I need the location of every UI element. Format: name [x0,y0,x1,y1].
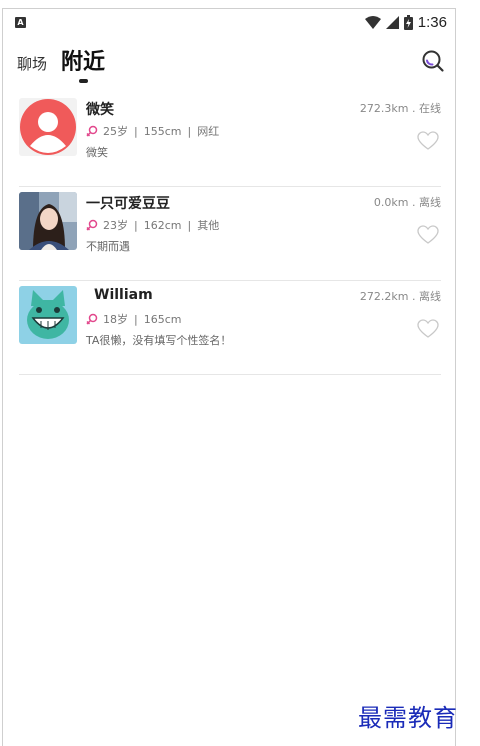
like-button[interactable] [417,225,439,245]
user-signature: TA很懒，没有填写个性签名！ [86,334,232,347]
user-age: 18岁 [103,313,128,326]
user-list-item[interactable]: 微笑 25岁 | 155cm | 网红 微笑 272.3km . 在线 [19,93,441,187]
info-separator: | [187,218,192,232]
user-signature: 微笑 [86,146,108,159]
search-button[interactable] [421,49,445,73]
user-list-item[interactable]: William 18岁 | 165cm TA很懒，没有填写个性签名！ 272.2… [19,281,441,375]
user-name: William [94,287,153,303]
status-bar: A 1:36 [3,9,455,35]
heart-icon [417,131,439,150]
user-signature: 不期而遇 [86,240,130,253]
female-icon [86,125,98,137]
user-list-item[interactable]: 一只可爱豆豆 23岁 | 162cm | 其他 不期而遇 0.0km . 离线 [19,187,441,281]
status-time: 1:36 [417,13,447,31]
user-tag: 其他 [197,219,220,232]
user-height: 155cm [143,124,182,138]
default-avatar-icon [19,98,77,156]
user-info: 23岁 | 162cm | 其他 [86,217,219,233]
search-icon [422,50,444,72]
wifi-icon [364,15,381,29]
nearby-user-list: 微笑 25岁 | 155cm | 网红 微笑 272.3km . 在线 一只可爱… [19,93,441,375]
like-button[interactable] [417,319,439,339]
user-age: 25岁 [103,125,128,138]
like-button[interactable] [417,131,439,151]
female-icon [86,313,98,325]
user-height: 162cm [143,218,182,232]
info-separator: | [134,124,138,138]
signal-icon [385,15,399,29]
heart-icon [417,319,439,338]
info-separator: | [187,124,192,138]
user-name: 一只可爱豆豆 [86,196,170,212]
battery-icon [403,14,413,30]
heart-icon [417,225,439,244]
photo-avatar-icon [19,192,77,250]
user-distance-status: 0.0km . 离线 [373,196,441,209]
watermark: 最需教育 [358,704,458,732]
info-separator: | [134,218,138,232]
user-age: 23岁 [103,219,128,232]
user-info: 18岁 | 165cm [86,311,181,327]
cat-avatar-icon [19,286,77,344]
user-name: 微笑 [86,102,114,118]
tab-nearby[interactable]: 附近 [61,44,105,76]
active-tab-indicator [79,79,88,83]
phone-frame: A 1:36 聊场 附近 微笑 25岁 | 155cm | 网红 微笑 272.… [2,8,456,746]
notification-app-icon: A [15,17,26,28]
user-height: 165cm [143,312,182,326]
user-info: 25岁 | 155cm | 网红 [86,123,219,139]
user-tag: 网红 [197,125,220,138]
top-nav: 聊场 附近 [3,39,455,85]
avatar[interactable] [19,192,77,250]
info-separator: | [134,312,138,326]
female-icon [86,219,98,231]
user-distance-status: 272.2km . 离线 [359,290,441,303]
status-icons: 1:36 [364,13,447,31]
avatar[interactable] [19,286,77,344]
avatar[interactable] [19,98,77,156]
tab-square[interactable]: 聊场 [17,53,47,74]
user-distance-status: 272.3km . 在线 [359,102,441,115]
